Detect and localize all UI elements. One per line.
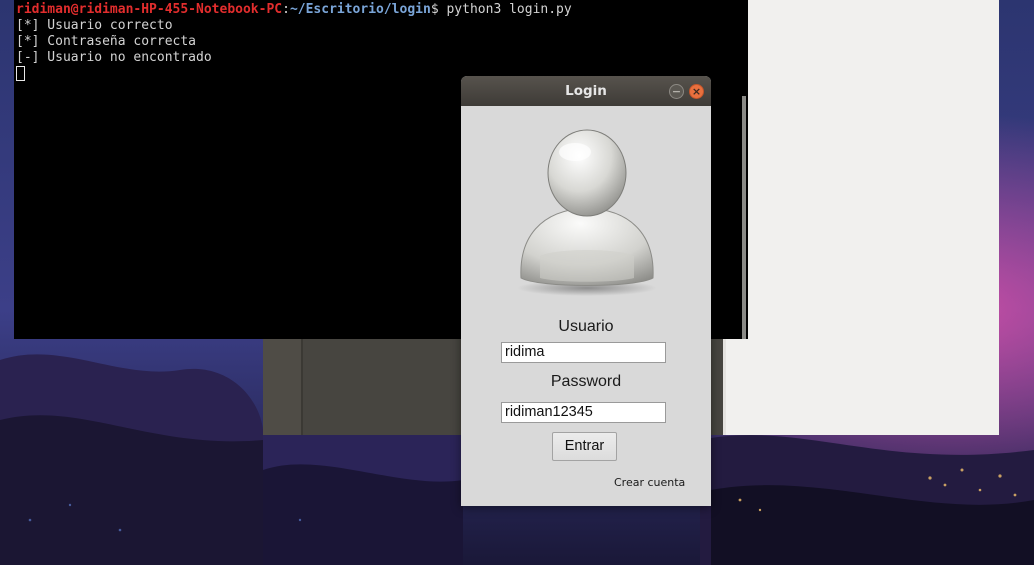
usuario-input[interactable]: ridima [501,342,666,363]
prompt-user: ridiman@ridiman-HP-455-Notebook-PC [16,2,283,17]
terminal-command: python3 login.py [438,2,572,17]
prompt-path: ~/Escritorio/login [289,2,431,17]
terminal-output-line: [*] Contraseña correcta [16,34,197,49]
terminal-scrollbar[interactable] [742,96,746,339]
close-icon[interactable]: × [689,84,704,99]
entrar-button[interactable]: Entrar [552,432,617,461]
window-title: Login [565,83,607,99]
terminal-output-line: [*] Usuario correcto [16,18,173,33]
background-window-light [716,0,999,435]
terminal-cursor [16,66,25,81]
terminal-output-line: [-] Usuario no encontrado [16,50,212,65]
password-label: Password [550,373,622,390]
terminal-prompt-line: ridiman@ridiman-HP-455-Notebook-PC:~/Esc… [16,2,748,18]
usuario-label: Usuario [558,318,614,335]
login-titlebar[interactable]: Login − × [461,76,711,106]
crear-cuenta-link[interactable]: Crear cuenta [614,476,685,489]
user-avatar-icon [515,128,659,298]
prompt-separator: : [282,2,290,17]
login-window: Login − × Usuario ridima Password ridima… [461,76,711,506]
prompt-symbol: $ [430,2,439,17]
minimize-icon[interactable]: − [669,84,684,99]
password-input[interactable]: ridiman12345 [501,402,666,423]
